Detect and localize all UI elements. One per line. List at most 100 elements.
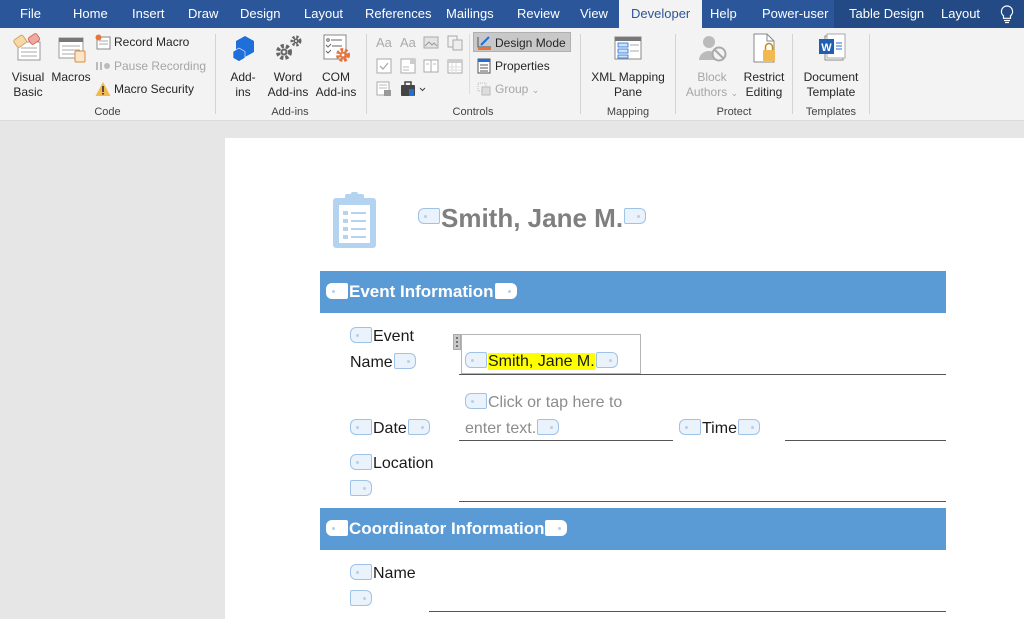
tab-developer[interactable]: Developer	[619, 0, 703, 28]
document-page[interactable]: Smith, Jane M. Event Information Event N…	[225, 138, 1024, 619]
macro-security-button[interactable]: Macro Security	[95, 79, 194, 99]
tab-help[interactable]: Help	[710, 0, 737, 28]
group-button[interactable]: Group ⌄	[476, 79, 539, 99]
svg-text:W: W	[821, 42, 832, 54]
pause-recording-button[interactable]: Pause Recording	[95, 56, 206, 76]
group-protect: Block Authors ⌄ Restrict Editing Protect	[676, 28, 792, 121]
word-addins-label-line2: Add-ins	[267, 85, 309, 99]
group-separator	[869, 34, 870, 114]
block-authors-label-line2: Authors	[685, 85, 728, 99]
tab-references[interactable]: References	[365, 0, 431, 28]
content-control-start-tag	[465, 392, 487, 409]
date-placeholder-text-line2: enter text.	[465, 420, 537, 437]
repeating-section-content-control-icon[interactable]	[376, 81, 392, 97]
addins-hexagon-icon	[227, 32, 259, 64]
block-authors-icon	[696, 32, 728, 64]
restrict-editing-button[interactable]: Restrict Editing	[740, 32, 788, 100]
content-control-start-tag	[350, 326, 372, 343]
visual-basic-label-line2: Basic	[13, 85, 43, 99]
tell-me-button[interactable]	[990, 0, 1024, 28]
tab-review[interactable]: Review	[517, 0, 560, 28]
event-name-label-text-line2: Name	[350, 354, 393, 371]
restrict-editing-icon	[748, 32, 780, 64]
tab-view[interactable]: View	[580, 0, 608, 28]
group-controls: Aa Aa Design Mode Properties Group ⌄ Con…	[367, 28, 579, 121]
time-label-text: Time	[702, 420, 737, 437]
date-picker-content-control-icon[interactable]	[447, 58, 463, 74]
content-control-end-tag	[737, 418, 760, 435]
content-control-end-tag	[350, 589, 372, 606]
restrict-editing-label: Restrict	[743, 70, 785, 84]
date-underline	[459, 440, 673, 441]
event-name-field[interactable]: Smith, Jane M.	[465, 349, 618, 375]
com-addins-button[interactable]: COM Add-ins	[312, 32, 360, 100]
addins-button[interactable]: Add- ins	[224, 32, 262, 100]
document-template-button[interactable]: W Document Template	[797, 32, 865, 100]
design-mode-icon	[476, 35, 492, 51]
tab-power-user[interactable]: Power-user	[762, 0, 828, 28]
tab-layout[interactable]: Layout	[941, 0, 980, 28]
visual-basic-button[interactable]: Visual Basic	[6, 32, 50, 100]
group-mapping: XML Mapping Pane Mapping	[581, 28, 675, 121]
ribbon-developer: Visual Basic Macros Record Macro Pause R…	[0, 28, 1024, 121]
tab-mailings[interactable]: Mailings	[446, 0, 494, 28]
visual-basic-label: Visual	[11, 70, 45, 84]
location-underline[interactable]	[459, 501, 946, 502]
warning-icon	[95, 81, 111, 97]
xml-mapping-pane-button[interactable]: XML Mapping Pane	[585, 32, 671, 100]
event-name-label-text: Event	[373, 328, 414, 345]
plain-text-content-control-icon[interactable]: Aa	[400, 35, 416, 51]
xml-mapping-icon	[612, 32, 644, 64]
content-control-end-tag	[624, 208, 647, 225]
macros-label: Macros	[51, 70, 91, 84]
record-macro-button[interactable]: Record Macro	[95, 32, 189, 52]
document-template-label: Document	[803, 70, 859, 84]
group-label: Group	[495, 82, 529, 96]
tab-file[interactable]: File	[20, 0, 41, 28]
lightbulb-icon	[1000, 5, 1014, 24]
chevron-down-icon: ⌄	[531, 85, 540, 95]
coordinator-name-label: Name	[350, 561, 416, 613]
time-underline[interactable]	[785, 440, 946, 441]
xml-mapping-label-line2: Pane	[613, 85, 643, 99]
tab-insert[interactable]: Insert	[132, 0, 165, 28]
tab-design[interactable]: Design	[240, 0, 280, 28]
combo-box-content-control-icon[interactable]	[400, 58, 416, 74]
picture-content-control-icon[interactable]	[423, 35, 439, 51]
rich-text-content-control-icon[interactable]: Aa	[376, 35, 392, 51]
date-label: Date	[350, 416, 430, 442]
section-title: Coordinator Information	[349, 519, 545, 538]
design-mode-label: Design Mode	[495, 36, 566, 50]
content-control-start-tag	[326, 282, 348, 299]
tab-layout[interactable]: Layout	[304, 0, 343, 28]
tab-home[interactable]: Home	[73, 0, 108, 28]
document-template-label-line2: Template	[806, 85, 856, 99]
drop-down-list-content-control-icon[interactable]	[423, 58, 439, 74]
properties-button[interactable]: Properties	[476, 56, 550, 76]
content-control-drag-handle[interactable]	[453, 334, 461, 350]
record-macro-label: Record Macro	[114, 35, 190, 49]
design-mode-button[interactable]: Design Mode	[473, 32, 571, 52]
coordinator-name-underline[interactable]	[429, 611, 946, 612]
event-name-underline	[459, 374, 946, 375]
building-block-gallery-icon[interactable]	[447, 35, 463, 51]
date-label-text: Date	[373, 420, 407, 437]
word-addins-label: Word	[273, 70, 303, 84]
legacy-tools-button[interactable]	[400, 81, 430, 97]
tab-table-design[interactable]: Table Design	[849, 0, 924, 28]
word-addins-button[interactable]: Word Add-ins	[264, 32, 312, 100]
checkbox-content-control-icon[interactable]	[376, 58, 392, 74]
content-control-end-tag	[545, 519, 568, 536]
group-label-mapping: Mapping	[606, 106, 650, 118]
tab-draw[interactable]: Draw	[188, 0, 218, 28]
properties-icon	[476, 58, 492, 74]
content-control-start-tag	[350, 418, 372, 435]
clipboard-checklist-icon	[331, 192, 379, 255]
macros-button[interactable]: Macros	[50, 32, 92, 85]
content-control-end-tag	[595, 351, 618, 368]
content-control-end-tag	[537, 418, 560, 435]
block-authors-button[interactable]: Block Authors ⌄	[680, 32, 744, 101]
date-field-placeholder[interactable]: Click or tap here to enter text.	[465, 390, 622, 442]
document-title-content-control[interactable]: Smith, Jane M.	[418, 203, 647, 234]
chevron-down-icon: ⌄	[730, 88, 739, 98]
